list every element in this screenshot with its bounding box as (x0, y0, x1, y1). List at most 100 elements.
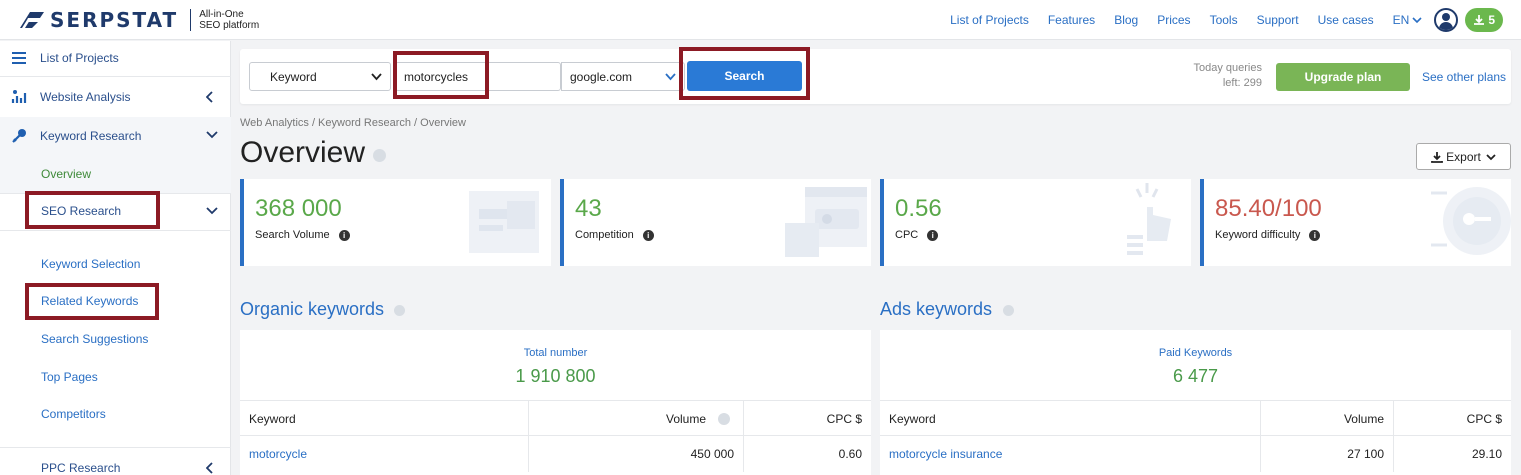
search-database-select[interactable]: google.com (561, 62, 685, 91)
chevron-down-icon (665, 73, 676, 81)
info-icon[interactable]: i (642, 229, 654, 241)
metric-label-text: Keyword difficulty (1215, 229, 1301, 241)
queries-label: Today queries (1193, 62, 1263, 74)
chevron-down-icon (1412, 17, 1422, 24)
breadcrumb: Web Analytics / Keyword Research / Overv… (240, 117, 466, 129)
sidebar-item-related-keywords[interactable]: Related Keywords (41, 294, 138, 308)
ads-total-value: 6 477 (1172, 366, 1219, 386)
organic-keywords-title: Organic keywords (240, 299, 385, 319)
sidebar-item-list-of-projects[interactable]: List of Projects (0, 50, 231, 66)
metric-value: 85.40/100 (1215, 195, 1322, 222)
metric-label: Competition i (575, 229, 654, 241)
sidebar-item-keyword-selection[interactable]: Keyword Selection (41, 257, 140, 271)
search-type-value: Keyword (270, 70, 317, 84)
nav-support[interactable]: Support (1257, 13, 1299, 27)
column-divider (743, 436, 744, 472)
ads-table-header: Keyword Volume CPC $ (880, 400, 1511, 437)
sidebar-item-overview[interactable]: Overview (0, 155, 231, 193)
column-divider (1260, 401, 1261, 437)
metric-value: 368 000 (255, 195, 342, 222)
ads-keywords-panel: Paid Keywords 6 477 Keyword Volume CPC $… (880, 330, 1511, 475)
sidebar-item-label: Overview (41, 167, 92, 181)
organic-total-value: 1 910 800 (515, 366, 596, 386)
column-header-volume[interactable]: Volume (1344, 401, 1384, 437)
sidebar-item-label: PPC Research (41, 461, 121, 475)
nav-list-of-projects[interactable]: List of Projects (950, 13, 1029, 27)
sidebar-item-ppc-research[interactable]: PPC Research (0, 460, 231, 475)
sidebar-item-label: Website Analysis (40, 90, 131, 104)
metric-card-competition: 43 Competition i (560, 179, 871, 266)
column-divider (528, 436, 529, 472)
sidebar-item-search-suggestions[interactable]: Search Suggestions (41, 332, 148, 346)
sidebar-item-label: SEO Research (41, 204, 122, 218)
row-volume: 27 100 (1347, 447, 1384, 461)
metric-value: 0.56 (895, 195, 942, 222)
column-divider (528, 401, 529, 437)
column-header-cpc[interactable]: CPC $ (1467, 401, 1502, 437)
user-avatar-icon[interactable] (1434, 8, 1459, 32)
search-type-select[interactable]: Keyword (249, 62, 391, 91)
nav-features[interactable]: Features (1048, 13, 1095, 27)
search-database-value: google.com (570, 70, 633, 84)
info-icon[interactable] (394, 305, 405, 316)
column-header-keyword[interactable]: Keyword (249, 401, 296, 437)
row-cpc: 0.60 (838, 447, 862, 461)
cpc-hand-click-illustration-icon (1127, 183, 1171, 255)
chevron-down-icon (371, 73, 382, 81)
sidebar-item-seo-research[interactable]: SEO Research (0, 193, 231, 231)
nav-blog[interactable]: Blog (1114, 13, 1138, 27)
row-cpc: 29.10 (1471, 447, 1502, 461)
downloads-button[interactable]: 5 (1465, 8, 1503, 32)
sidebar-item-website-analysis[interactable]: Website Analysis (0, 89, 231, 105)
column-header-cpc[interactable]: CPC $ (827, 401, 862, 437)
sidebar-item-competitors[interactable]: Competitors (41, 407, 106, 421)
column-divider (743, 401, 744, 437)
see-other-plans-link[interactable]: See other plans (1422, 70, 1506, 84)
nav-tools[interactable]: Tools (1210, 13, 1238, 27)
language-selector[interactable]: EN (1393, 13, 1423, 27)
sidebar-divider (0, 230, 231, 231)
sidebar-item-top-pages[interactable]: Top Pages (41, 370, 98, 384)
today-queries: Today queries left: 299 (1170, 61, 1263, 91)
info-icon[interactable] (1003, 305, 1014, 316)
metric-label: Search Volume i (255, 229, 350, 241)
table-row: motorcycle insurance 27 100 29.10 (880, 436, 1511, 472)
row-volume: 450 000 (690, 447, 734, 461)
nav-prices[interactable]: Prices (1157, 13, 1190, 27)
table-row: motorcycle 450 000 0.60 (240, 436, 871, 472)
nav-use-cases[interactable]: Use cases (1318, 13, 1374, 27)
competition-illustration-icon (785, 187, 867, 257)
upgrade-plan-button[interactable]: Upgrade plan (1276, 63, 1410, 91)
logo-separator (190, 9, 192, 31)
row-keyword-link[interactable]: motorcycle insurance (889, 436, 1002, 472)
metric-label: CPC i (895, 229, 939, 241)
info-icon[interactable]: i (338, 229, 350, 241)
chevron-down-icon (206, 207, 218, 215)
row-keyword-link[interactable]: motorcycle (249, 436, 307, 472)
metric-label-text: Search Volume (255, 229, 330, 241)
column-header-volume[interactable]: Volume (666, 401, 706, 437)
organic-keywords-panel: Total number 1 910 800 Keyword Volume CP… (240, 330, 871, 475)
logo-tagline-line-1: All-in-One (199, 9, 244, 20)
sidebar-item-keyword-research[interactable]: Keyword Research (0, 117, 231, 155)
logo-tagline: All-in-One SEO platform (199, 9, 259, 31)
info-icon[interactable]: i (927, 229, 939, 241)
metric-card-keyword-difficulty: 85.40/100 Keyword difficulty i (1200, 179, 1511, 266)
metric-value: 43 (575, 195, 602, 222)
keyword-difficulty-illustration-icon (1431, 187, 1511, 255)
analytics-icon (11, 90, 27, 103)
hamburger-menu-icon (12, 52, 26, 64)
serpstat-logo[interactable]: SERPSTAT All-in-One SEO platform (18, 8, 259, 32)
info-icon[interactable]: i (1309, 229, 1321, 241)
keyword-input[interactable] (395, 62, 561, 91)
search-button[interactable]: Search (687, 61, 802, 91)
key-icon (12, 129, 26, 143)
info-icon[interactable] (718, 413, 730, 425)
export-button[interactable]: Export (1416, 143, 1511, 170)
column-divider (1393, 436, 1394, 472)
downloads-count: 5 (1488, 13, 1495, 27)
top-header: SERPSTAT All-in-One SEO platform List of… (0, 0, 1521, 40)
column-header-keyword[interactable]: Keyword (889, 401, 936, 437)
organic-total-label: Total number (523, 347, 588, 359)
info-icon[interactable] (373, 149, 386, 162)
